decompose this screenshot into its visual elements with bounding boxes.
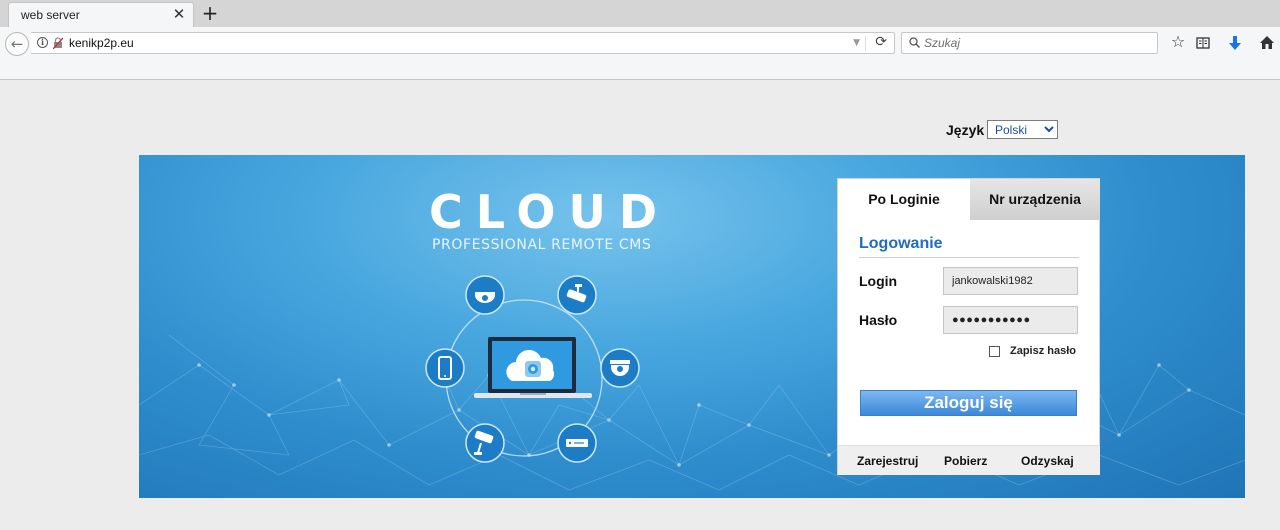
password-input[interactable]: ●●●●●●●●●●● — [943, 306, 1078, 334]
panel-footer: Zarejestruj Pobierz Odzyskaj — [838, 445, 1100, 475]
back-button[interactable]: ← — [5, 32, 29, 56]
reading-list-icon[interactable] — [1196, 36, 1210, 50]
reload-icon[interactable]: ⟳ — [875, 34, 887, 50]
login-label: Login — [859, 273, 898, 289]
history-dropdown-icon[interactable]: ▼ — [853, 38, 860, 48]
download-link[interactable]: Pobierz — [944, 454, 987, 468]
register-link[interactable]: Zarejestruj — [857, 454, 918, 468]
dome-camera-icon — [465, 275, 505, 315]
toolbar-divider — [0, 79, 1280, 80]
remember-password-label: Zapisz hasło — [1010, 345, 1077, 357]
recover-link[interactable]: Odzyskaj — [1021, 454, 1074, 468]
password-label: Hasło — [859, 312, 898, 328]
laptop-cloud-icon — [474, 337, 592, 398]
remember-password-checkbox[interactable] — [989, 346, 1000, 357]
bullet-camera-icon — [557, 275, 597, 315]
download-icon[interactable] — [1228, 35, 1242, 51]
box-camera-icon — [465, 423, 505, 463]
login-button[interactable]: Zaloguj się — [860, 390, 1077, 416]
url-bar[interactable]: i kenikp2p.eu ▼ ⟳ — [31, 32, 895, 54]
language-select[interactable]: Polski — [987, 120, 1058, 139]
toolbar-spacer — [0, 60, 1280, 79]
speed-dome-camera-icon — [600, 348, 640, 388]
new-tab-icon[interactable]: + — [200, 3, 220, 23]
bookmark-star-icon[interactable]: ☆ — [1168, 33, 1188, 53]
search-input[interactable] — [924, 35, 1149, 51]
heading-divider — [859, 257, 1079, 258]
url-text: kenikp2p.eu — [69, 36, 134, 50]
navigation-toolbar: ← i kenikp2p.eu ▼ ⟳ ☆ — [0, 27, 1280, 60]
search-bar[interactable] — [901, 32, 1158, 54]
close-tab-icon[interactable]: ✕ — [171, 6, 187, 22]
cloud-logo-subtitle: PROFESSIONAL REMOTE CMS — [432, 237, 652, 253]
dvr-recorder-icon — [557, 423, 597, 463]
tab-login-by-account[interactable]: Po Loginie — [838, 179, 970, 220]
cloud-logo-title: CLOUD — [429, 185, 671, 239]
tab-title: web server — [21, 8, 80, 22]
search-icon — [909, 37, 920, 48]
login-input[interactable] — [943, 267, 1078, 295]
tab-bar: web server ✕ + — [0, 0, 1280, 27]
language-label: Język — [946, 122, 985, 138]
info-icon[interactable]: i — [37, 37, 48, 48]
insecure-lock-icon — [53, 37, 63, 49]
home-icon[interactable] — [1259, 35, 1275, 50]
login-panel: Po Loginie Nr urządzenia Logowanie Login… — [837, 178, 1100, 475]
login-heading: Logowanie — [859, 235, 943, 252]
tab-login-by-device[interactable]: Nr urządzenia — [970, 179, 1100, 220]
smartphone-icon — [425, 348, 465, 388]
browser-tab[interactable]: web server ✕ — [8, 2, 194, 27]
url-separator — [865, 36, 866, 51]
